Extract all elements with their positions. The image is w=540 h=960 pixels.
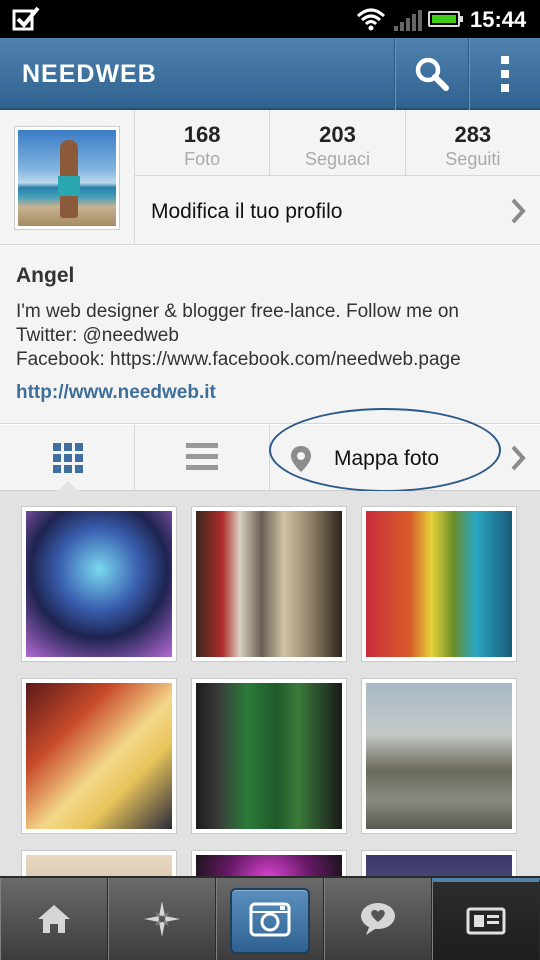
photo-thumbnail[interactable] bbox=[21, 678, 177, 834]
profile-icon bbox=[466, 907, 505, 935]
map-pin-icon bbox=[291, 446, 311, 472]
avatar-image bbox=[18, 130, 116, 226]
website-link[interactable]: http://www.needweb.it bbox=[16, 382, 216, 404]
nav-camera[interactable] bbox=[216, 878, 324, 960]
bio-line: Twitter: @needweb bbox=[16, 325, 179, 346]
app-title: NEEDWEB bbox=[22, 60, 157, 88]
stat-label: Seguaci bbox=[304, 149, 371, 169]
photo-thumbnail[interactable] bbox=[361, 678, 517, 834]
photo-thumbnail[interactable] bbox=[361, 506, 517, 662]
profile-header: 168 Foto 203 Seguaci 283 Seguiti Modific… bbox=[0, 110, 540, 245]
overflow-menu-icon bbox=[500, 56, 509, 92]
stat-label: Foto bbox=[184, 149, 221, 169]
grid-view-icon bbox=[53, 443, 83, 473]
nav-home[interactable] bbox=[0, 878, 108, 960]
explore-icon bbox=[143, 901, 180, 937]
edit-profile-label: Modifica il tuo profilo bbox=[151, 200, 343, 223]
active-tab-pointer bbox=[58, 481, 78, 491]
stat-value: 203 bbox=[319, 122, 356, 147]
status-bar: 15:44 bbox=[0, 0, 540, 38]
chevron-right-icon bbox=[511, 198, 526, 224]
nav-news[interactable] bbox=[324, 878, 432, 960]
action-bar: NEEDWEB bbox=[0, 38, 540, 110]
profile-name: Angel bbox=[16, 264, 75, 287]
camera-icon bbox=[249, 902, 290, 937]
photo-thumbnail[interactable] bbox=[191, 506, 347, 662]
photo-thumbnail[interactable] bbox=[21, 850, 177, 876]
bio-line: Facebook: https://www.facebook.com/needw… bbox=[16, 349, 461, 370]
search-button[interactable] bbox=[394, 38, 468, 110]
bottom-navigation bbox=[0, 876, 540, 960]
photo-thumbnail[interactable] bbox=[191, 850, 347, 876]
stat-label: Seguiti bbox=[445, 149, 501, 169]
tab-photo-map-label: Mappa foto bbox=[334, 447, 440, 470]
nav-profile[interactable] bbox=[432, 878, 540, 960]
profile-bio: Angel I'm web designer & blogger free-la… bbox=[0, 246, 540, 424]
bio-text: I'm web designer & blogger free-lance. F… bbox=[16, 300, 536, 372]
stat-value: 168 bbox=[183, 122, 221, 147]
wifi-icon bbox=[356, 8, 386, 31]
profile-stats: 168 Foto 203 Seguaci 283 Seguiti bbox=[134, 110, 540, 176]
stat-followers[interactable]: 203 Seguaci bbox=[270, 110, 406, 175]
list-view-icon bbox=[186, 443, 218, 470]
home-icon bbox=[37, 905, 70, 933]
avatar[interactable] bbox=[14, 126, 120, 230]
chevron-right-icon bbox=[511, 445, 526, 471]
tab-photo-map[interactable]: Mappa foto bbox=[270, 425, 540, 491]
bio-line: I'm web designer & blogger free-lance. F… bbox=[16, 301, 459, 322]
stat-photos[interactable]: 168 Foto bbox=[135, 110, 271, 175]
clock: 15:44 bbox=[470, 7, 527, 32]
photo-thumbnail[interactable] bbox=[361, 850, 517, 876]
checkbox-icon bbox=[12, 6, 40, 31]
stat-following[interactable]: 283 Seguiti bbox=[406, 110, 540, 175]
tab-grid-view[interactable] bbox=[0, 425, 135, 491]
overflow-menu-button[interactable] bbox=[468, 38, 540, 110]
photo-grid bbox=[0, 491, 540, 876]
search-icon bbox=[415, 57, 449, 91]
edit-profile-button[interactable]: Modifica il tuo profilo bbox=[134, 176, 540, 244]
profile-view-tabs: Mappa foto bbox=[0, 425, 540, 491]
news-icon bbox=[360, 903, 395, 935]
photo-thumbnail[interactable] bbox=[191, 678, 347, 834]
photo-thumbnail[interactable] bbox=[21, 506, 177, 662]
battery-icon bbox=[428, 11, 463, 27]
stat-value: 283 bbox=[454, 122, 492, 147]
signal-icon bbox=[394, 10, 422, 31]
nav-explore[interactable] bbox=[108, 878, 216, 960]
